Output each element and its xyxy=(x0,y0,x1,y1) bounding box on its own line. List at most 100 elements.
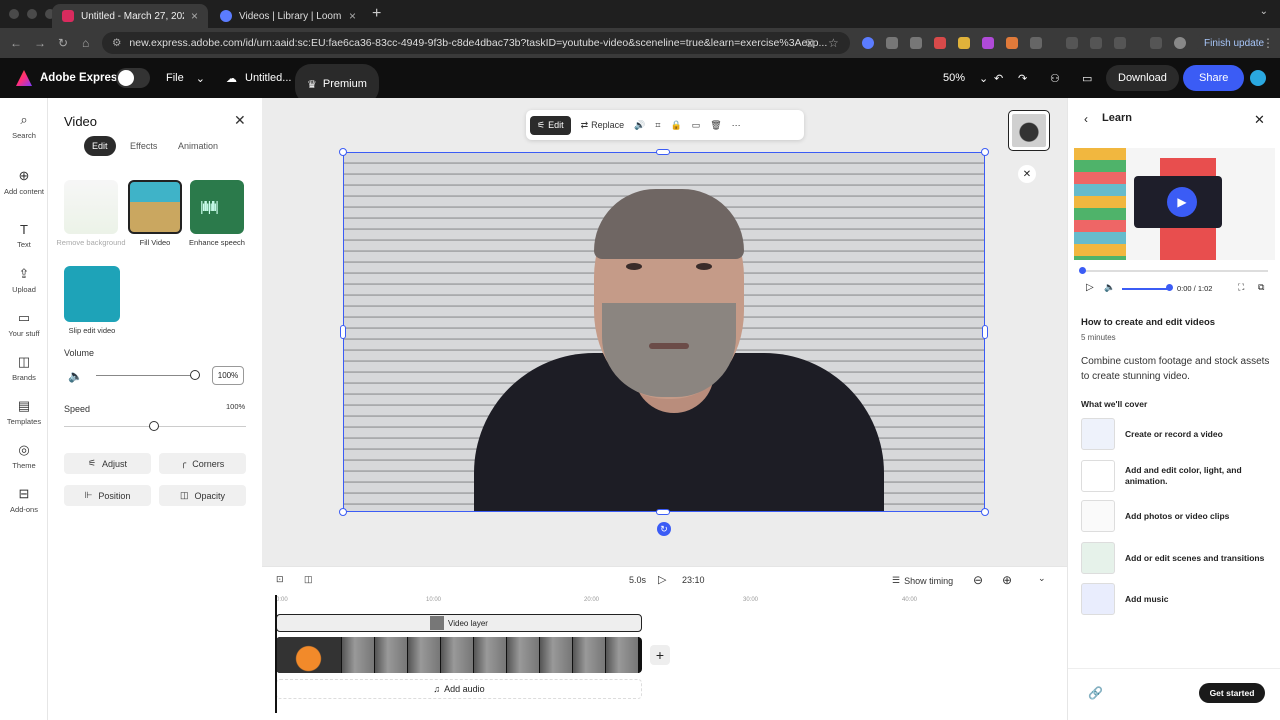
mode-toggle[interactable] xyxy=(116,58,150,98)
resize-handle[interactable] xyxy=(339,148,347,156)
resize-handle[interactable] xyxy=(981,148,989,156)
tab-effects[interactable]: Effects xyxy=(122,136,165,156)
cover-item[interactable]: Add photos or video clips xyxy=(1081,500,1277,532)
close-icon[interactable]: ✕ xyxy=(1018,165,1036,183)
rail-item-add-ons[interactable]: ⊟ Add-ons xyxy=(0,486,48,514)
remove-background-tile[interactable] xyxy=(64,180,118,234)
close-tab-icon[interactable]: × xyxy=(349,9,356,23)
volume-slider[interactable] xyxy=(1122,288,1170,290)
crop-icon[interactable]: ⌗ xyxy=(655,120,660,131)
rotate-handle-icon[interactable]: ↻ xyxy=(657,522,671,536)
rail-item-search[interactable]: ⌕ Search xyxy=(0,112,48,140)
zoom-in-icon[interactable]: ⊕ xyxy=(1002,573,1012,587)
adobe-express-logo[interactable]: Adobe Express xyxy=(16,58,124,98)
document-title[interactable]: ☁ Untitled... xyxy=(226,58,291,98)
resize-handle[interactable] xyxy=(981,508,989,516)
install-app-icon[interactable]: ⧉ xyxy=(806,36,815,51)
split-view-icon[interactable]: ◫ xyxy=(304,574,313,585)
url-field[interactable]: ⚙ new.express.adobe.com/id/urn:aaid:sc:E… xyxy=(102,32,850,54)
speaker-icon[interactable]: 🔈 xyxy=(1104,282,1115,293)
file-menu[interactable]: File ⌄ xyxy=(166,58,205,98)
edit-button[interactable]: ⚟ Edit xyxy=(530,115,571,135)
redo-icon[interactable]: ↷ xyxy=(1018,58,1027,98)
position-button[interactable]: ⊩ Position xyxy=(64,485,151,506)
browser-menu-icon[interactable]: ⋮ xyxy=(1262,36,1274,50)
browser-tab-express[interactable]: Untitled - March 27, 2026 at × xyxy=(52,4,208,28)
cover-item[interactable]: Add or edit scenes and transitions xyxy=(1081,542,1277,574)
volume-slider-handle[interactable] xyxy=(1166,284,1173,291)
extension-icon[interactable] xyxy=(862,37,874,49)
volume-slider-track[interactable] xyxy=(96,375,196,376)
resize-handle[interactable] xyxy=(656,509,670,515)
extension-icon[interactable] xyxy=(886,37,898,49)
zoom-control[interactable]: 50% ⌄ xyxy=(943,58,988,98)
comment-icon[interactable]: ▭ xyxy=(1082,58,1092,98)
corners-button[interactable]: ╭ Corners xyxy=(159,453,246,474)
opacity-button[interactable]: ◫ Opacity xyxy=(159,485,246,506)
rail-item-upload[interactable]: ⇪ Upload xyxy=(0,266,48,294)
trash-icon[interactable]: 🗑 xyxy=(710,120,721,131)
download-button[interactable]: Download xyxy=(1106,65,1179,91)
forward-icon[interactable]: → xyxy=(34,36,46,50)
chevron-down-icon[interactable]: ⌄ xyxy=(1260,6,1268,17)
cover-item[interactable]: Create or record a video xyxy=(1081,418,1277,450)
speaker-icon[interactable]: 🔈 xyxy=(68,369,83,383)
zoom-out-icon[interactable]: ⊖ xyxy=(973,573,983,587)
volume-value-field[interactable]: 100% xyxy=(212,366,244,385)
speed-slider-handle[interactable] xyxy=(149,421,159,431)
slip-edit-tile[interactable] xyxy=(64,266,120,322)
back-icon[interactable]: ← xyxy=(10,36,22,50)
rail-item-theme[interactable]: ◎ Theme xyxy=(0,442,48,470)
extension-icon[interactable] xyxy=(1006,37,1018,49)
rail-item-templates[interactable]: ▤ Templates xyxy=(0,398,48,426)
browser-tab-loom[interactable]: Videos | Library | Loom × xyxy=(210,4,366,28)
add-scene-button[interactable]: + xyxy=(650,645,670,665)
rail-item-text[interactable]: T Text xyxy=(0,222,48,249)
video-progress-bar[interactable] xyxy=(1079,267,1268,274)
rail-item-add-content[interactable]: ⊕ Add content xyxy=(0,168,48,196)
scene-clip-strip[interactable] xyxy=(276,637,642,673)
back-icon[interactable]: ‹ xyxy=(1084,112,1088,126)
window-controls[interactable] xyxy=(9,9,55,19)
popout-icon[interactable]: ⧉ xyxy=(1258,282,1264,293)
new-tab-button[interactable]: + xyxy=(372,5,381,23)
get-started-button[interactable]: Get started xyxy=(1199,683,1265,703)
extension-icon[interactable] xyxy=(934,37,946,49)
comment-icon[interactable]: ▭ xyxy=(692,120,701,131)
extension-icon[interactable] xyxy=(958,37,970,49)
fullscreen-icon[interactable]: ⛶ xyxy=(1238,282,1244,293)
reload-icon[interactable]: ↻ xyxy=(58,36,68,50)
link-icon[interactable]: 🔗 xyxy=(1088,686,1103,700)
undo-icon[interactable]: ↶ xyxy=(994,58,1003,98)
side-panel-icon[interactable] xyxy=(1114,37,1126,49)
more-icon[interactable]: ⋯ xyxy=(732,120,741,131)
page-thumbnail[interactable] xyxy=(1008,110,1050,151)
tab-edit[interactable]: Edit xyxy=(84,136,116,156)
play-icon[interactable]: ▶ xyxy=(1167,187,1197,217)
close-tab-icon[interactable]: × xyxy=(191,9,198,23)
playhead[interactable] xyxy=(275,595,277,713)
share-button[interactable]: Share xyxy=(1183,65,1245,91)
extension-icon[interactable] xyxy=(1066,37,1078,49)
lock-icon[interactable]: 🔒 xyxy=(670,120,681,131)
cover-item[interactable]: Add and edit color, light, and animation… xyxy=(1081,460,1277,492)
show-timing-button[interactable]: ☰ Show timing xyxy=(892,575,953,586)
site-info-icon[interactable]: ⚙ xyxy=(112,37,121,49)
add-audio-button[interactable]: ♫ Add audio xyxy=(276,679,642,699)
extension-icon[interactable] xyxy=(1090,37,1102,49)
resize-handle[interactable] xyxy=(339,508,347,516)
extension-icon[interactable] xyxy=(910,37,922,49)
rail-item-brands[interactable]: ◫ Brands xyxy=(0,354,48,382)
close-icon[interactable]: ✕ xyxy=(1254,112,1265,128)
collaborate-icon[interactable]: ⚇ xyxy=(1050,58,1060,98)
play-icon[interactable]: ▷ xyxy=(1086,282,1094,293)
cover-item[interactable]: Add music xyxy=(1081,583,1277,615)
resize-handle[interactable] xyxy=(982,325,988,339)
extension-icon[interactable] xyxy=(982,37,994,49)
audio-icon[interactable]: 🔊 xyxy=(634,120,645,131)
resize-handle[interactable] xyxy=(656,149,670,155)
fill-video-tile[interactable] xyxy=(128,180,182,234)
enhance-speech-tile[interactable]: |ıllı|ıllı| xyxy=(190,180,244,234)
resize-handle[interactable] xyxy=(340,325,346,339)
rail-item-your-stuff[interactable]: ▭ Your stuff xyxy=(0,310,48,338)
